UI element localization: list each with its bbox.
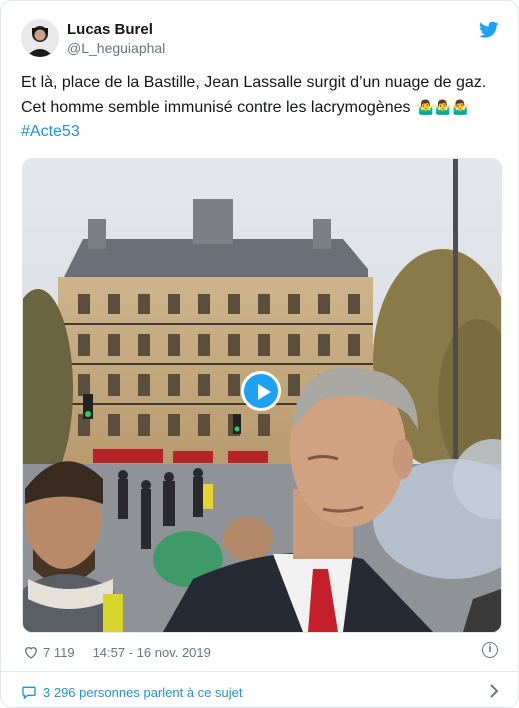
shrug-emoji-icons: 🤷‍♂️🤷‍♂️🤷‍♂️ [416, 99, 470, 115]
tweet-header: Lucas Burel @L_heguiaphal [21, 19, 499, 59]
author-name[interactable]: Lucas Burel [67, 21, 153, 38]
tweet-line-1: Et là, place de la Bastille, Jean Lassal… [21, 74, 487, 91]
tweet-timestamp[interactable]: 14:57 - 16 nov. 2019 [93, 645, 211, 660]
tweet-line-2: Cet homme semble immunisé contre les lac… [21, 95, 501, 120]
info-icon[interactable]: i [482, 642, 498, 658]
like-count[interactable]: 7 119 [43, 645, 75, 660]
chevron-right-icon [490, 684, 499, 698]
author-handle[interactable]: @L_heguiaphal [67, 40, 165, 56]
conversation-link[interactable]: 3 296 personnes parlent à ce sujet [21, 682, 499, 702]
hashtag-link[interactable]: #Acte53 [21, 123, 80, 140]
tweet-line-2-text: Cet homme semble immunisé contre les lac… [21, 99, 411, 116]
conversation-text: 3 296 personnes parlent à ce sujet [43, 684, 243, 700]
avatar[interactable] [21, 19, 59, 57]
divider [1, 671, 518, 672]
tweet-card: Lucas Burel @L_heguiaphal Et là, place d… [0, 0, 519, 708]
speech-bubble-icon [22, 686, 36, 700]
tweet-text: Et là, place de la Bastille, Jean Lassal… [21, 71, 501, 144]
play-icon[interactable] [241, 371, 281, 411]
heart-icon[interactable] [23, 644, 39, 660]
tweet-meta: 7 119 14:57 - 16 nov. 2019 [23, 642, 211, 662]
twitter-bird-icon[interactable] [479, 21, 499, 39]
